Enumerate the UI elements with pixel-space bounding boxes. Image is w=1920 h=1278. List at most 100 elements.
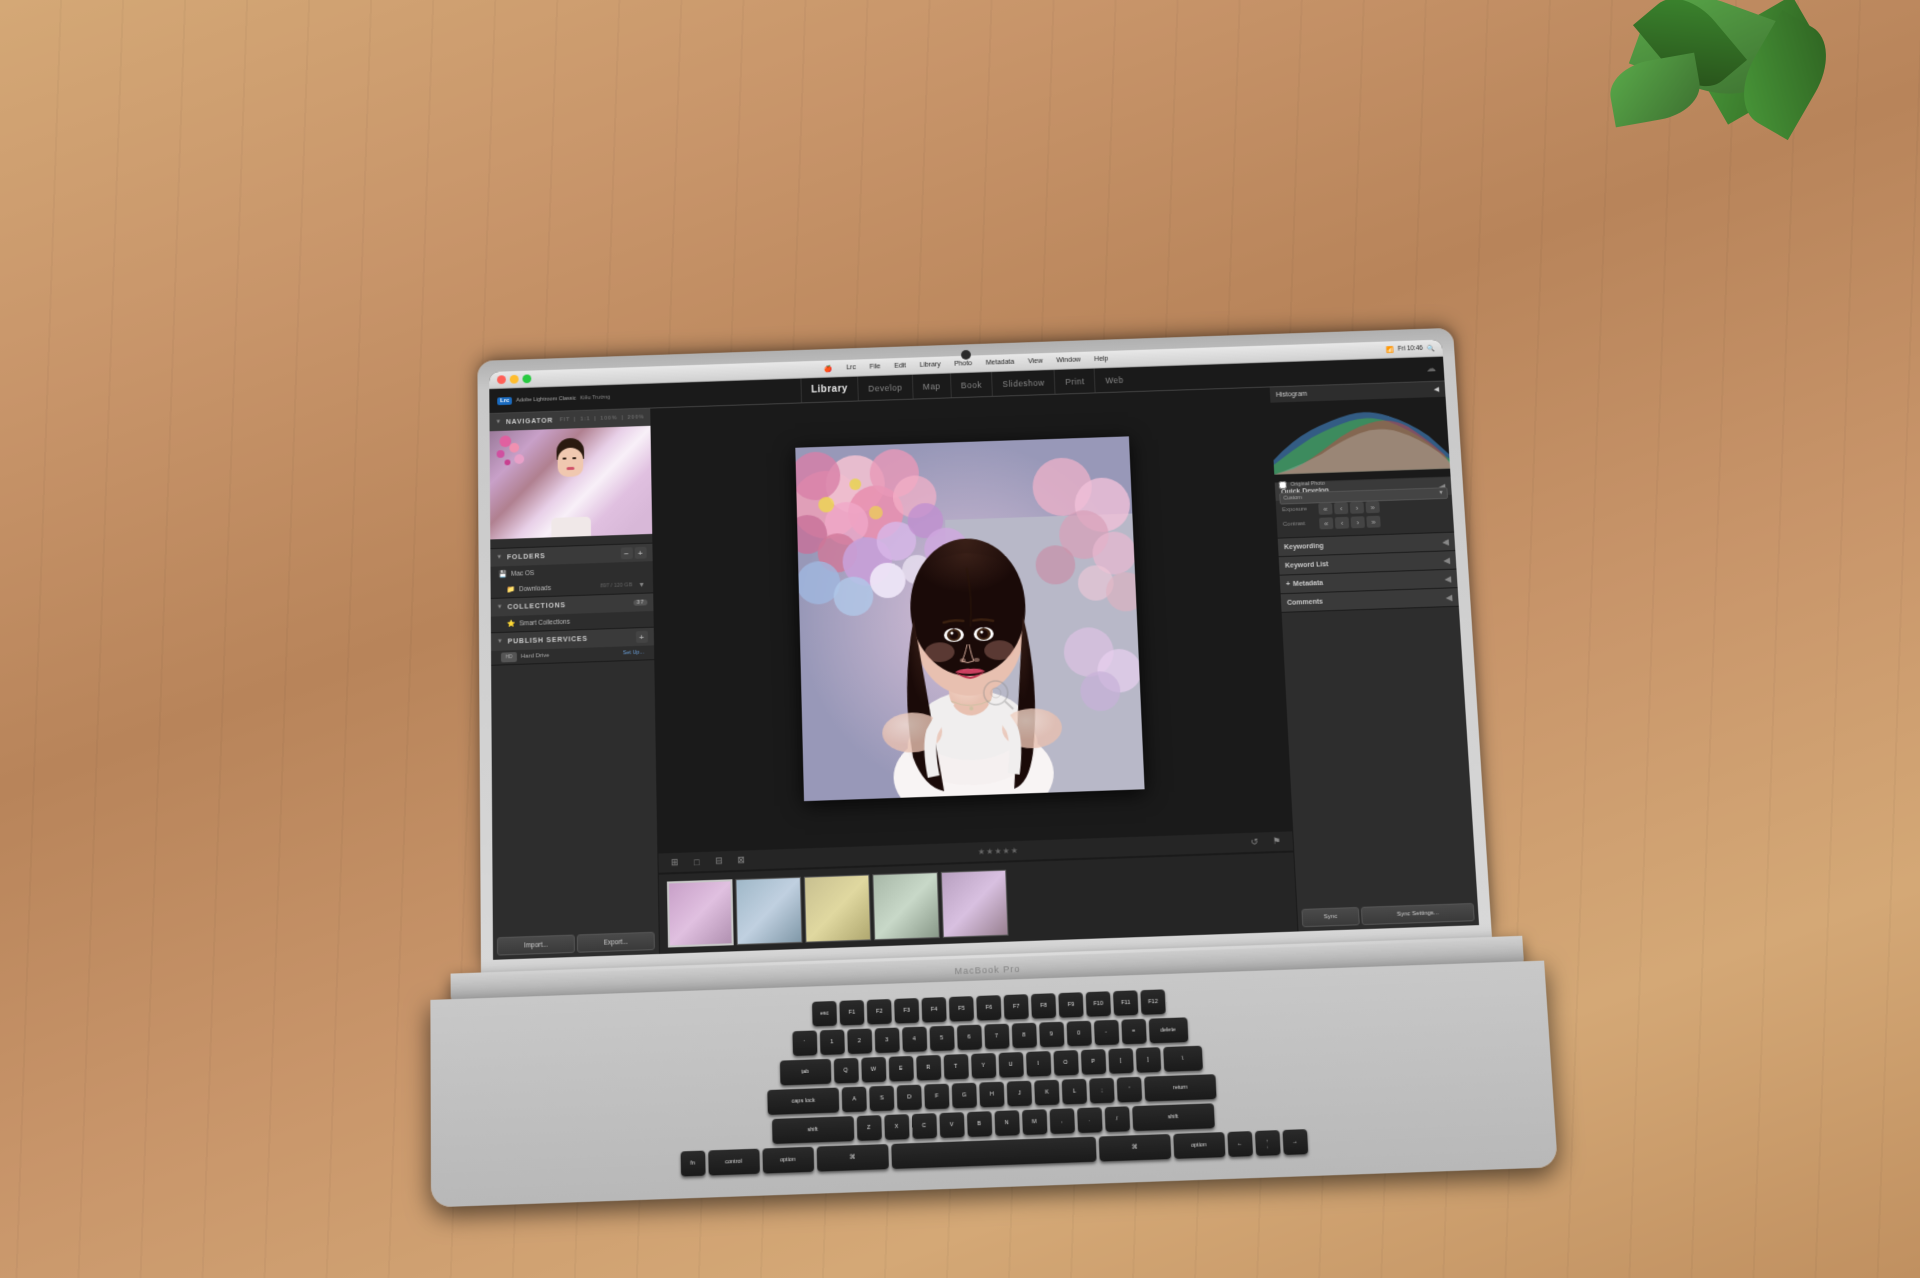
key-8[interactable]: 8 [1011,1023,1036,1049]
module-web[interactable]: Web [1094,367,1134,392]
key-u[interactable]: U [998,1052,1023,1078]
key-t[interactable]: T [943,1054,968,1080]
key-b[interactable]: B [966,1111,991,1137]
key-arrow-updown[interactable]: ↑↓ [1254,1130,1280,1156]
key-equals[interactable]: = [1121,1019,1146,1045]
key-m[interactable]: M [1022,1109,1047,1135]
key-f7[interactable]: F7 [1004,994,1029,1019]
menu-metadata[interactable]: Metadata [983,359,1018,367]
key-f6[interactable]: F6 [976,995,1001,1020]
key-p[interactable]: P [1080,1049,1105,1075]
import-button[interactable]: Import... [497,935,575,956]
key-option-left[interactable]: option [762,1147,814,1174]
key-control[interactable]: control [708,1149,760,1176]
key-capslock[interactable]: caps lock [767,1088,839,1115]
key-backtick[interactable]: ` [792,1030,817,1056]
key-w[interactable]: W [861,1057,886,1083]
survey-view-btn[interactable]: ⊠ [733,852,749,869]
key-spacebar[interactable] [891,1137,1096,1169]
key-command-left[interactable]: ⌘ [816,1144,888,1172]
key-f12[interactable]: F12 [1140,989,1165,1014]
module-slideshow[interactable]: Slideshow [991,370,1055,396]
original-photo-checkbox[interactable] [1279,481,1287,489]
module-library[interactable]: Library [800,377,858,403]
menu-photo[interactable]: Photo [951,360,975,367]
menu-app[interactable]: Lrc [843,364,859,371]
folders-minus-btn[interactable]: − [621,547,633,559]
key-d[interactable]: D [897,1085,922,1111]
filmstrip-thumb-3[interactable] [804,874,871,942]
key-period[interactable]: . [1077,1107,1103,1133]
key-minus[interactable]: - [1093,1020,1118,1046]
key-slash[interactable]: / [1104,1106,1130,1132]
key-z[interactable]: Z [856,1115,881,1141]
key-j[interactable]: J [1007,1081,1032,1107]
key-h[interactable]: H [979,1082,1004,1108]
close-button[interactable] [497,375,506,384]
key-7[interactable]: 7 [984,1024,1009,1050]
key-4[interactable]: 4 [902,1027,927,1053]
key-arrow-left[interactable]: ← [1227,1131,1253,1157]
contrast-increase-large[interactable]: » [1366,516,1380,528]
key-k[interactable]: K [1034,1080,1059,1106]
menu-view[interactable]: View [1025,358,1046,365]
sync-button[interactable]: Sync [1301,907,1359,927]
key-l[interactable]: L [1062,1079,1087,1105]
filmstrip-thumb-2[interactable] [735,876,802,944]
minimize-button[interactable] [510,375,519,384]
key-f1[interactable]: F1 [839,1000,864,1026]
menu-library[interactable]: Library [917,361,944,369]
key-tab[interactable]: tab [779,1059,831,1086]
key-backslash[interactable]: \ [1163,1046,1203,1072]
module-book[interactable]: Book [950,372,992,397]
key-r[interactable]: R [916,1055,941,1081]
key-i[interactable]: I [1025,1051,1050,1077]
key-f2[interactable]: F2 [867,999,892,1025]
loupe-view-btn[interactable]: □ [689,853,705,870]
key-semicolon[interactable]: ; [1089,1078,1114,1104]
key-lbracket[interactable]: [ [1108,1048,1133,1074]
export-button[interactable]: Export... [577,932,655,953]
contrast-decrease-large[interactable]: « [1319,517,1333,529]
key-command-right[interactable]: ⌘ [1098,1134,1171,1162]
rotate-ccw-btn[interactable]: ↺ [1246,834,1263,851]
key-fn[interactable]: fn [680,1151,705,1177]
key-f4[interactable]: F4 [922,997,947,1023]
key-delete[interactable]: delete [1148,1017,1188,1043]
key-y[interactable]: Y [971,1053,996,1079]
maximize-button[interactable] [522,374,531,383]
module-develop[interactable]: Develop [857,375,912,401]
module-print[interactable]: Print [1054,369,1095,394]
publish-plus-btn[interactable]: + [636,631,648,643]
menu-edit[interactable]: Edit [891,362,909,369]
key-e[interactable]: E [888,1056,913,1082]
key-a[interactable]: A [842,1087,867,1113]
key-6[interactable]: 6 [956,1025,981,1051]
compare-view-btn[interactable]: ⊟ [711,853,727,870]
key-comma[interactable]: , [1049,1108,1074,1134]
key-s[interactable]: S [869,1086,894,1112]
menu-help[interactable]: Help [1091,356,1111,363]
key-v[interactable]: V [939,1112,964,1138]
filmstrip-thumb-5[interactable] [941,869,1009,937]
folders-plus-btn[interactable]: + [635,547,647,559]
key-quote[interactable]: ' [1117,1077,1143,1103]
key-f9[interactable]: F9 [1058,992,1083,1017]
key-g[interactable]: G [952,1083,977,1109]
key-3[interactable]: 3 [874,1028,899,1054]
filmstrip-thumb-4[interactable] [872,872,940,940]
key-9[interactable]: 9 [1039,1022,1064,1048]
menu-window[interactable]: Window [1053,357,1083,365]
module-map[interactable]: Map [912,373,951,398]
histogram-expand-icon[interactable]: ◀ [1434,385,1440,393]
flag-btn[interactable]: ⚑ [1268,833,1285,850]
key-rbracket[interactable]: ] [1135,1047,1160,1073]
contrast-decrease[interactable]: ‹ [1335,517,1349,529]
key-return[interactable]: return [1144,1074,1216,1101]
menu-lrc[interactable]: 🍎 [821,365,836,373]
key-arrow-right[interactable]: → [1282,1129,1308,1155]
search-icon[interactable]: 🔍 [1426,344,1434,352]
key-0[interactable]: 0 [1066,1021,1091,1047]
key-option-right[interactable]: option [1173,1132,1225,1159]
menu-file[interactable]: File [866,363,883,370]
